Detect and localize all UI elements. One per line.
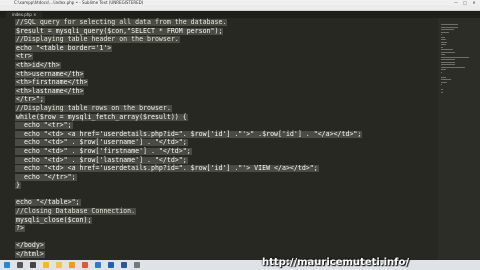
code-text: <tr> [16, 52, 32, 61]
search-icon[interactable] [17, 262, 23, 268]
code-line: //Displaying table rows on the browser. [15, 103, 436, 113]
code-line: ?> [15, 224, 436, 233]
code-text: </html> [16, 250, 44, 259]
minimap-line [441, 29, 455, 30]
code-text: //Closing Database Connection. [16, 207, 136, 216]
code-text: echo "<td> <a href='userdetails.php?id="… [16, 129, 362, 138]
code-line: echo "</table>"; [15, 198, 436, 207]
code-line: <th>username</th> [15, 69, 436, 79]
code-line: echo "<tr>"; [15, 121, 436, 130]
code-text: echo "<tr>"; [16, 121, 72, 130]
settings-icon[interactable] [134, 262, 140, 268]
minimap-line [441, 34, 443, 35]
minimap-line [441, 89, 444, 90]
code-text: echo "<td>" . $row['username'] . "</td>"… [16, 138, 187, 147]
line-number-gutter [0, 18, 11, 260]
minimap-line [441, 24, 458, 25]
minimap-line [441, 44, 447, 45]
code-text: <th>lastname</th> [16, 86, 84, 95]
code-text: $result = mysqli_query($con,"SELECT * FR… [16, 26, 223, 35]
code-text: echo "<td> <a href='userdetails.php?id="… [16, 164, 318, 173]
code-line: //SQL query for selecting all data from … [15, 18, 436, 27]
code-line: <th>lastname</th> [15, 86, 436, 96]
code-line: //Displaying table header on the browser… [15, 35, 436, 44]
minimap-line [441, 46, 444, 48]
edge-icon[interactable] [95, 262, 101, 268]
code-text: <th>username</th> [16, 69, 84, 78]
minimap-line [441, 79, 451, 80]
minimap-line [441, 66, 466, 68]
minimap-line [441, 61, 456, 63]
code-text: //SQL query for selecting all data from … [16, 18, 227, 26]
code-editor[interactable]: //SQL query for selecting all data from … [0, 18, 480, 260]
task-view-icon[interactable] [30, 262, 36, 268]
code-text: <th>firstname</th> [16, 78, 88, 87]
code-line: </body> [15, 241, 436, 250]
sublime-icon[interactable] [69, 262, 75, 268]
code-text: while($row = mysqli_fetch_array($result)… [16, 112, 187, 121]
code-line: //Closing Database Connection. [15, 207, 436, 216]
word-icon[interactable] [121, 262, 127, 268]
minimap-line [441, 84, 442, 85]
firefox-icon[interactable] [82, 262, 88, 268]
minimap[interactable] [438, 18, 480, 260]
minimap-line [441, 51, 455, 53]
code-text: echo "<td>" . $row['firstname'] . "</td>… [16, 146, 191, 155]
code-line: echo "</tr>"; [15, 172, 436, 182]
code-line: echo "<td> <a href='userdetails.php?id="… [15, 164, 436, 173]
code-area[interactable]: //SQL query for selecting all data from … [15, 18, 436, 259]
code-text: echo "</tr>"; [16, 172, 76, 181]
code-text: //Displaying table header on the browser… [16, 35, 179, 44]
code-line: echo "<td>" . $row['firstname'] . "</td>… [15, 146, 436, 156]
minimap-line [441, 26, 458, 28]
minimap-line [441, 56, 469, 58]
minimap-line [441, 39, 447, 40]
minimap-line [441, 76, 447, 78]
code-line: </tr>"; [15, 95, 436, 104]
minimap-line [441, 81, 448, 83]
minimap-line [441, 41, 447, 43]
minimap-line [441, 64, 455, 65]
code-line: <tr> [15, 52, 436, 61]
code-text: } [16, 181, 20, 190]
minimap-line [441, 31, 449, 33]
minimap-line [441, 36, 445, 38]
code-text: //Displaying table rows on the browser. [16, 103, 171, 112]
code-text: echo "</table>"; [16, 198, 80, 207]
mail-icon[interactable] [108, 262, 114, 268]
minimap-line [441, 54, 446, 55]
code-line: while($row = mysqli_fetch_array($result)… [15, 112, 436, 122]
minimap-line [441, 49, 454, 50]
windows-start-icon[interactable] [4, 262, 10, 268]
code-line: mysqli_close($con); [15, 215, 436, 225]
code-line: <th>firstname</th> [15, 78, 436, 87]
code-line: $result = mysqli_query($con,"SELECT * FR… [15, 26, 436, 36]
code-text: </tr>"; [16, 95, 44, 104]
code-line: echo "<td>" . $row['username'] . "</td>"… [15, 138, 436, 147]
code-line: echo "<td>" . $row['lastname'] . "</td>"… [15, 155, 436, 165]
code-text: </body> [16, 241, 44, 250]
minimap-line [441, 59, 455, 60]
code-text: ?> [16, 224, 24, 233]
folder-icon[interactable] [56, 262, 62, 268]
watermark-url: http://mauricemuteti.info/ [262, 257, 410, 268]
code-text: <th>id</th> [16, 60, 60, 69]
tab-bar: index.php × [0, 11, 480, 18]
code-text: mysqli_close($con); [16, 215, 92, 224]
code-text: echo "<td>" . $row['lastname'] . "</td>"… [16, 155, 187, 164]
chrome-icon[interactable] [43, 262, 49, 268]
code-text: echo "<table border='1'> [16, 43, 112, 52]
code-line: <th>id</th> [15, 60, 436, 70]
minimap-line [441, 69, 446, 70]
minimap-line [441, 91, 444, 93]
code-line: } [15, 181, 436, 190]
code-line: echo "<table border='1'> [15, 43, 436, 53]
